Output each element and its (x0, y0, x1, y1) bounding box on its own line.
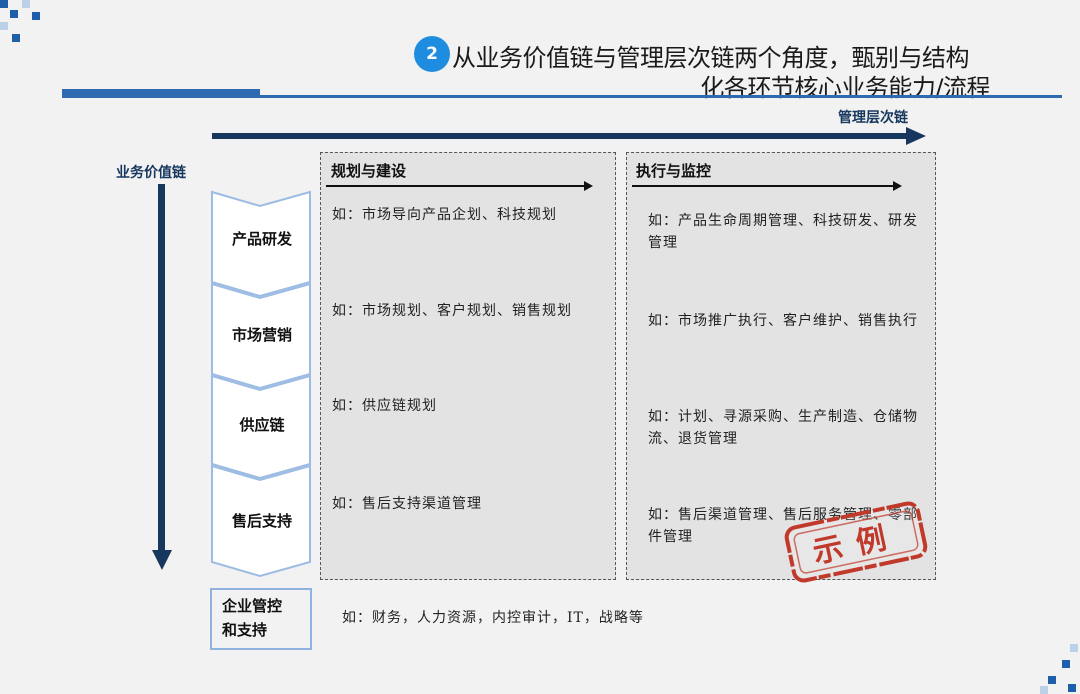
execution-item: 如：产品生命周期管理、科技研发、研发管理 (648, 213, 918, 251)
title-underline-thin (260, 95, 1062, 98)
decor-square (1062, 660, 1070, 668)
planning-panel-title: 规划与建设 (331, 162, 407, 180)
value-chain-axis-arrowhead (152, 550, 172, 570)
value-chain-axis-label: 业务价值链 (116, 165, 186, 181)
enterprise-label-line2: 和支持 (222, 621, 268, 639)
planning-item: 如：市场规划、客户规划、销售规划 (332, 303, 572, 319)
execution-item: 如：计划、寻源采购、生产制造、仓储物流、退货管理 (648, 409, 918, 447)
decor-square (0, 22, 8, 30)
execution-panel-arrowhead (893, 181, 902, 191)
management-axis-arrowhead (906, 127, 926, 145)
planning-item: 如：供应链规划 (332, 398, 437, 414)
value-chain-item: 售后支持 (231, 512, 292, 530)
value-chain-axis-line (158, 184, 165, 552)
decor-square (32, 12, 40, 20)
planning-item: 如：市场导向产品企划、科技规划 (332, 207, 557, 223)
management-axis-label: 管理层次链 (838, 110, 908, 126)
decor-square (22, 0, 30, 8)
management-axis-line (212, 133, 912, 139)
decor-square (10, 10, 18, 18)
execution-panel-title: 执行与监控 (636, 162, 712, 180)
decor-square (1070, 644, 1078, 652)
decor-square (1048, 676, 1056, 684)
value-chain-item: 产品研发 (231, 230, 292, 248)
section-number-badge: 2 (414, 36, 450, 72)
planning-panel-arrow (326, 185, 584, 187)
planning-panel-arrowhead (584, 181, 593, 191)
enterprise-label-line1: 企业管控 (222, 597, 283, 615)
decor-square (12, 34, 20, 42)
planning-item: 如：售后支持渠道管理 (332, 496, 482, 512)
value-chain-item: 供应链 (239, 416, 285, 434)
decor-square (1040, 686, 1048, 694)
title-underline-thick (62, 89, 260, 98)
value-chain-item: 市场营销 (231, 326, 292, 344)
enterprise-label: 企业管控 和支持 (222, 594, 282, 642)
execution-panel-arrow (632, 185, 894, 187)
decor-square (0, 0, 8, 8)
execution-item: 如：市场推广执行、客户维护、销售执行 (648, 313, 918, 329)
enterprise-text: 如：财务，人力资源，内控审计，IT，战略等 (342, 610, 644, 626)
decor-square (1068, 684, 1076, 692)
